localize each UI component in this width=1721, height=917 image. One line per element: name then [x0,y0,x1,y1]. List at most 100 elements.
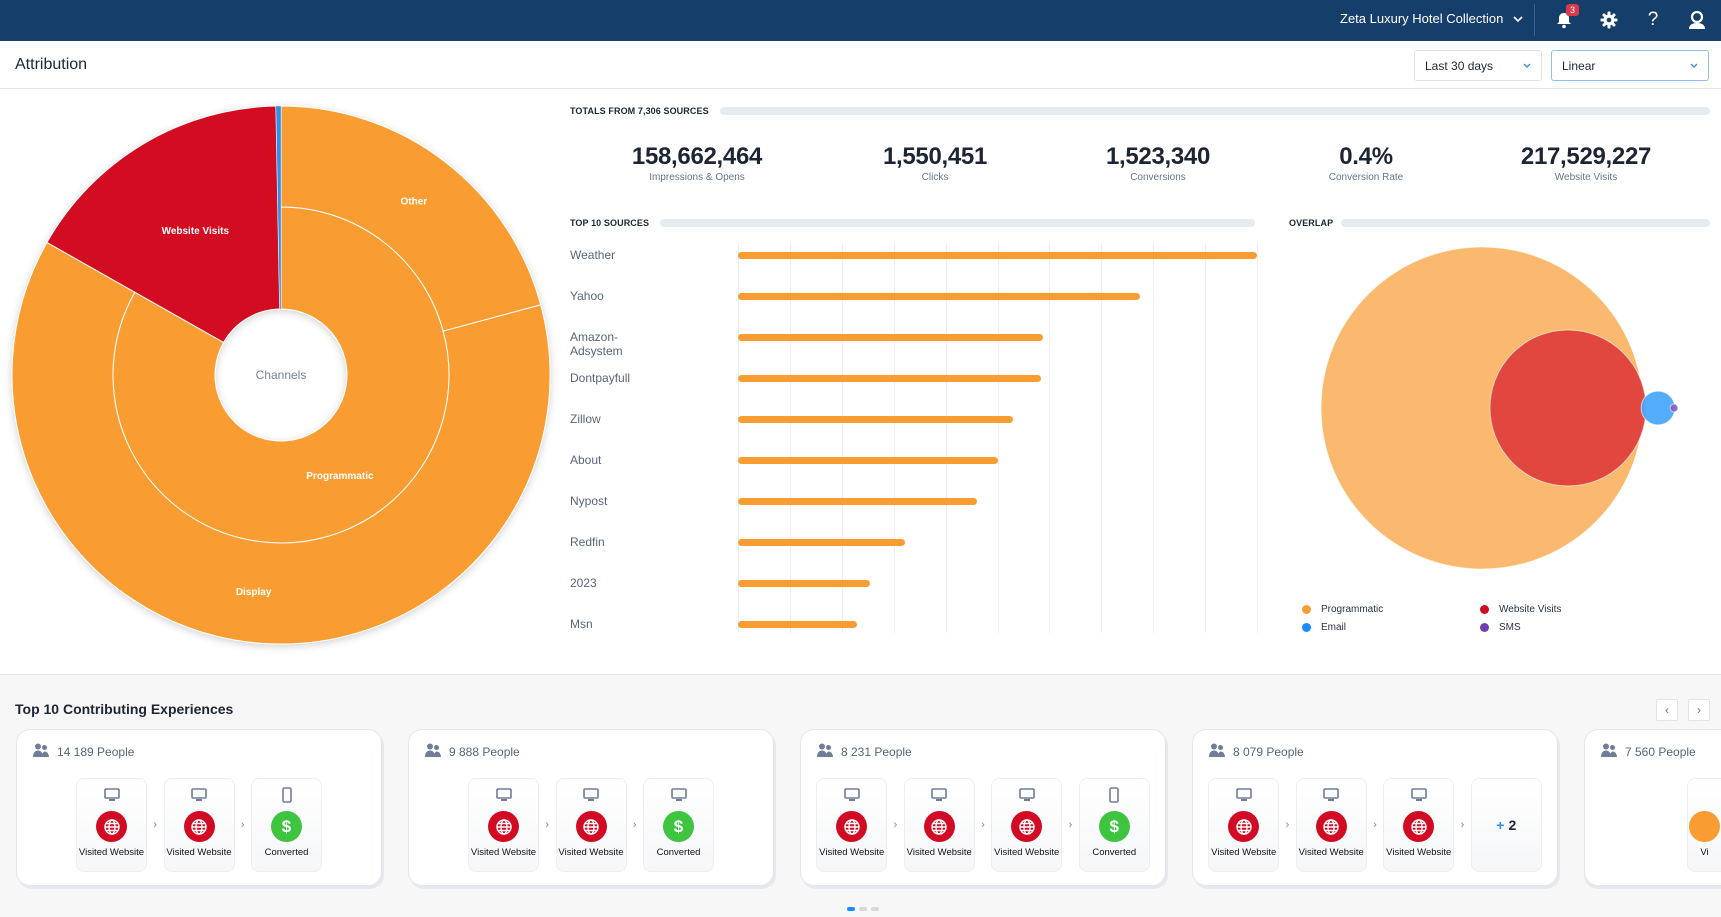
legend-item-programmatic[interactable]: Programmatic [1302,604,1383,615]
channels-sunburst-chart: Channels Programmatic Other Display Website… [11,105,551,645]
bar-yahoo[interactable] [738,293,1140,300]
bar-redfin[interactable] [738,539,906,546]
notifications-button[interactable]: 3 [1553,4,1580,31]
prev-page-button[interactable]: ‹ [1656,699,1678,721]
journey-steps: Visited Website › Visited Website › $ Convert… [409,778,773,872]
attribution-model-value: Linear [1562,58,1596,73]
gridline [1257,243,1258,633]
bar-label: Nypost [570,494,608,508]
sunburst-label: Display [236,587,272,598]
journey-step[interactable]: Visited Website [1383,778,1455,872]
journey-step[interactable]: Visited Website [76,778,147,872]
desktop-device-icon [1323,787,1340,803]
chevron-right-icon: › [1697,703,1701,717]
chevron-right-icon: › [1285,819,1290,831]
journey-step[interactable]: Visited Website [991,778,1063,872]
legend-item-email[interactable]: Email [1302,622,1346,633]
globe-icon [183,811,215,842]
help-button[interactable]: ? [1642,9,1664,31]
chevron-right-icon: › [981,819,985,831]
bar-nypost[interactable] [738,498,978,505]
globe-icon [1011,811,1043,842]
journey-step[interactable]: Visited Website [903,778,975,872]
bar-msn[interactable] [738,621,857,628]
people-icon [817,743,833,760]
journey-step[interactable]: Visited Website [555,778,627,872]
section-divider [720,107,1710,115]
bar-label: Zillow [570,412,601,426]
journey-step[interactable]: Visited Website [1208,778,1280,872]
journey-step[interactable]: Visited Website [816,778,888,872]
chevron-right-icon: › [632,819,637,831]
date-range-dropdown[interactable]: Last 30 days [1414,50,1542,81]
experience-card[interactable]: 7 560 People Vi [1584,729,1721,886]
globe-icon [488,811,519,842]
experience-card-header: 7 560 People [1601,743,1696,760]
globe-icon [1403,811,1435,842]
experience-card[interactable]: 9 888 People Visited Website › Visited Webs… [408,729,774,886]
globe-icon [96,811,127,842]
legend-item-sms[interactable]: SMS [1480,622,1521,633]
org-switcher[interactable]: Zeta Luxury Hotel Collection [1340,11,1523,26]
people-icon [425,743,441,760]
desktop-device-icon [1410,787,1427,803]
people-count: 7 560 People [1625,744,1696,759]
stat-label: Conversion Rate [1328,172,1404,183]
pager-dot[interactable] [859,907,867,911]
top-nav-bar: Zeta Luxury Hotel Collection 3 ? [0,0,1721,41]
bar-about[interactable] [738,457,999,464]
settings-button[interactable] [1598,9,1620,31]
journey-step[interactable]: $ Converted [1078,778,1150,872]
experience-card-header: 8 079 People [1209,743,1304,760]
experiences-section: Top 10 Contributing Experiences ‹ › 14 1… [0,674,1721,917]
people-count: 8 079 People [1233,744,1304,759]
next-page-button[interactable]: › [1688,699,1710,721]
people-icon [1209,743,1225,760]
stat-website-visits: 217,529,227 Website Visits [1476,143,1696,183]
overlap-venn-diagram [1320,246,1679,570]
venn-circle-sms[interactable] [1669,403,1679,413]
experience-card[interactable]: 14 189 People Visited Website › Visited Web… [16,729,382,886]
venn-circle-website-visits[interactable] [1489,329,1647,487]
bar-label: Weather [570,248,616,262]
bar-2023[interactable] [738,580,870,587]
org-name: Zeta Luxury Hotel Collection [1340,11,1504,26]
user-menu-button[interactable] [1686,9,1708,31]
attribution-model-dropdown[interactable]: Linear [1551,50,1709,81]
bar-dontpayfull[interactable] [738,375,1042,382]
dollar-icon: $ [1098,811,1130,842]
legend-item-website-visits[interactable]: Website Visits [1480,604,1561,615]
experience-card[interactable]: 8 231 People Visited Website › Visited Webs… [800,729,1166,886]
journey-step[interactable]: Vi [1687,778,1721,872]
journey-step[interactable]: Visited Website [1295,778,1367,872]
bar-amazon-adsystem[interactable] [738,334,1044,341]
journey-step[interactable]: Visited Website [468,778,539,872]
pager-dot[interactable] [847,907,855,911]
desktop-device-icon [670,787,687,803]
journey-step[interactable]: $ Converted [643,778,714,872]
people-icon [33,743,49,760]
chevron-right-icon: › [893,819,898,831]
journey-step[interactable]: Visited Website [163,778,235,872]
sunburst-label: Website Visits [162,226,230,237]
experience-card-header: 14 189 People [33,743,134,760]
dollar-icon: $ [271,811,302,842]
user-icon [1689,10,1705,29]
bar-label: Yahoo [570,289,604,303]
journey-step[interactable]: $ Converted [251,778,322,872]
gridline [841,243,843,633]
bar-zillow[interactable] [738,416,1013,423]
stat-impressions-opens: 158,662,464 Impressions & Opens [587,143,807,183]
legend-dot-icon [1480,623,1489,632]
people-icon [1601,743,1617,760]
desktop-device-icon [103,787,120,803]
experience-card[interactable]: 8 079 People Visited Website › Visited Webs… [1192,729,1558,886]
more-steps-button[interactable]: +2 [1470,778,1542,872]
pager-dot[interactable] [871,907,879,911]
legend-dot-icon [1302,623,1311,632]
people-count: 9 888 People [449,744,520,759]
chevron-right-icon: › [1460,819,1465,831]
journey-steps: Visited Website › Visited Website › Visited … [801,778,1165,872]
bar-weather[interactable] [738,252,1257,259]
notification-badge: 3 [1566,4,1580,16]
